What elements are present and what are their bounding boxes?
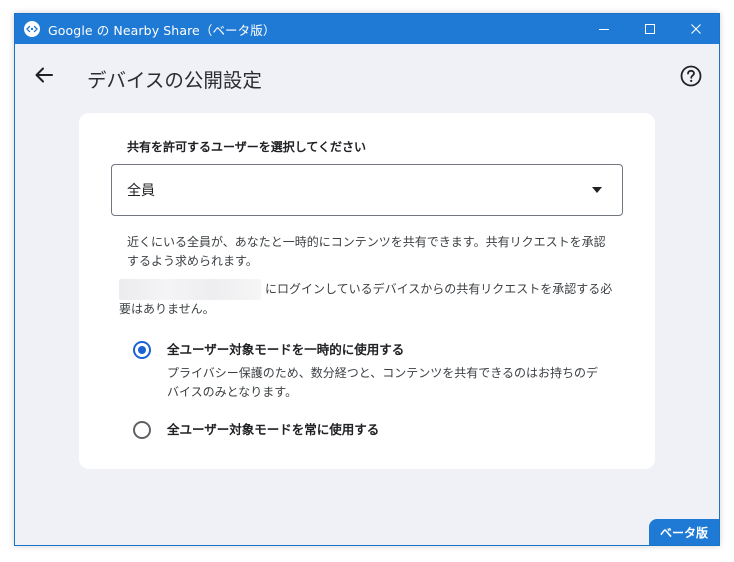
close-button[interactable] (673, 14, 719, 44)
window-title: Google の Nearby Share（ベータ版） (48, 22, 276, 38)
app-window: Google の Nearby Share（ベータ版） デバイスの公開設定 共有… (14, 13, 720, 546)
maximize-button[interactable] (627, 14, 673, 44)
minimize-icon (599, 29, 609, 30)
radio-option-always[interactable]: 全ユーザー対象モードを常に使用する (133, 421, 379, 439)
help-button[interactable] (679, 64, 703, 88)
visibility-description: 近くにいる全員が、あなたと一時的にコンテンツを共有できます。共有リクエストを承認… (127, 235, 606, 268)
help-circle-icon (680, 65, 702, 87)
radio-option-temporary[interactable]: 全ユーザー対象モードを一時的に使用する プライバシー保護のため、数分経つと、コン… (133, 341, 607, 402)
nearby-share-app-icon (24, 21, 40, 37)
caret-down-icon (592, 187, 602, 193)
radio-option-text: 全ユーザー対象モードを一時的に使用する プライバシー保護のため、数分経つと、コン… (167, 341, 607, 402)
window-controls (581, 14, 719, 44)
radio-button-checked[interactable] (133, 341, 151, 359)
page-title: デバイスの公開設定 (87, 69, 262, 92)
page-header: デバイスの公開設定 (15, 44, 719, 108)
visibility-settings-card: 共有を許可するユーザーを選択してください 全員 近くにいる全員が、あなたと一時的… (79, 113, 655, 469)
section-label: 共有を許可するユーザーを選択してください (127, 140, 367, 154)
radio-label-temporary: 全ユーザー対象モードを一時的に使用する (167, 342, 405, 357)
dropdown-selected-value: 全員 (127, 183, 155, 199)
close-icon (691, 24, 701, 34)
arrow-left-icon (35, 67, 53, 83)
radio-sub-temporary: プライバシー保護のため、数分経つと、コンテンツを共有できるのはお持ちのデバイスの… (167, 366, 599, 399)
minimize-button[interactable] (581, 14, 627, 44)
radio-option-text: 全ユーザー対象モードを常に使用する (167, 421, 379, 439)
radio-button-unchecked[interactable] (133, 421, 151, 439)
account-note: にログインしているデバイスからの共有リクエストを承認する必要はありません。 (119, 279, 619, 319)
beta-badge: ベータ版 (649, 519, 719, 545)
visibility-dropdown[interactable]: 全員 (111, 164, 623, 216)
blurred-account-email (119, 279, 261, 300)
maximize-icon (645, 24, 655, 34)
title-bar[interactable]: Google の Nearby Share（ベータ版） (15, 14, 719, 44)
radio-label-always: 全ユーザー対象モードを常に使用する (167, 422, 380, 437)
back-button[interactable] (31, 62, 57, 88)
